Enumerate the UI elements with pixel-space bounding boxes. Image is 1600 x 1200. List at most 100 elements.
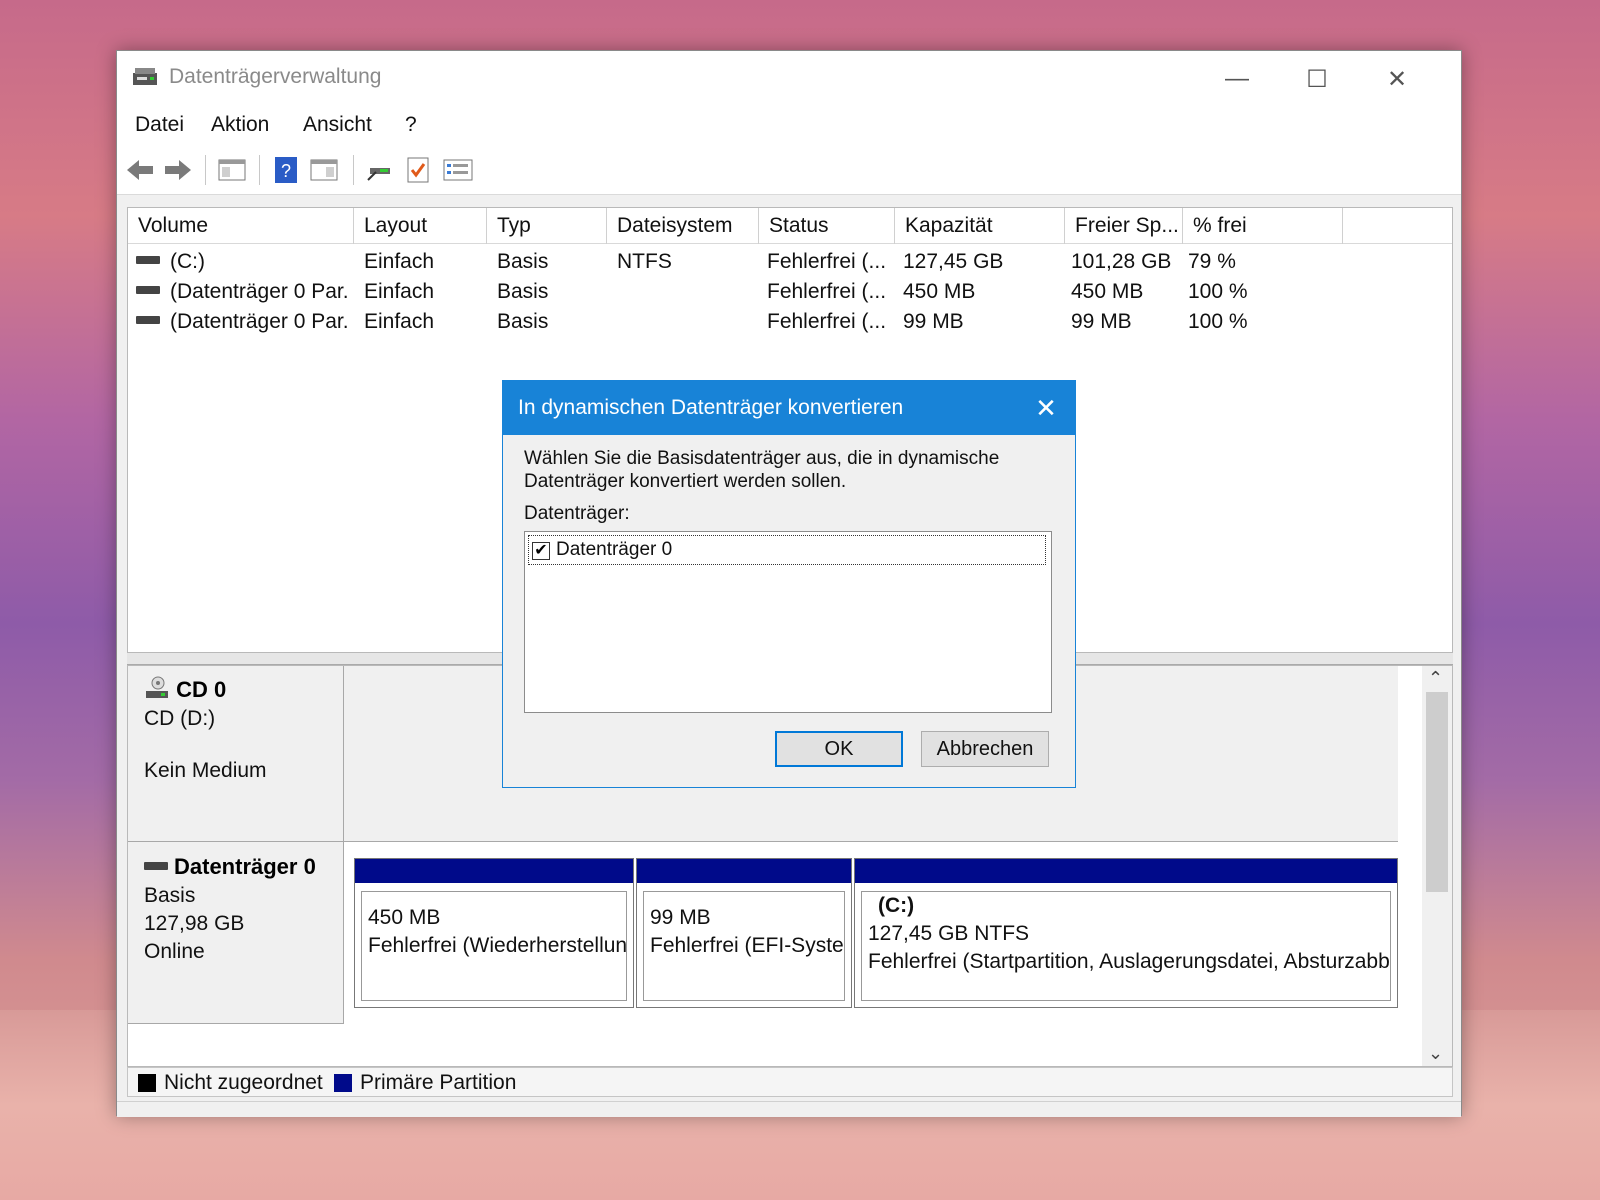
partition-size: 127,45 GB NTFS [868, 922, 1030, 945]
partition-header [637, 859, 851, 883]
partition-efi[interactable]: 99 MB Fehlerfrei (EFI-Syster [636, 858, 852, 1008]
col-status[interactable]: Status [759, 208, 895, 244]
dialog-close-icon[interactable]: ✕ [1025, 387, 1067, 429]
typ-cell: Basis [497, 310, 549, 333]
cd-drive-letter: CD (D:) [144, 707, 216, 730]
cd-drive-icon [146, 676, 168, 698]
kapazitaet-cell: 127,45 GB [903, 250, 1004, 273]
volume-cell: (Datenträger 0 Par... [136, 280, 350, 304]
partition-header [355, 859, 633, 883]
scroll-down-icon[interactable]: ⌄ [1428, 1043, 1443, 1064]
minimize-button[interactable]: — [1217, 59, 1257, 99]
console-tree-icon[interactable] [215, 154, 249, 186]
col-layout[interactable]: Layout [354, 208, 487, 244]
back-arrow-icon[interactable] [123, 154, 157, 186]
table-row[interactable]: (Datenträger 0 Par... Einfach Basis Fehl… [128, 306, 1452, 336]
partition-size: 450 MB [368, 906, 441, 929]
partition-body: 450 MB Fehlerfrei (Wiederherstellun [361, 891, 627, 1001]
status-cell: Fehlerfrei (... [767, 280, 887, 303]
dialog-title: In dynamischen Datenträger konvertieren [503, 381, 1075, 435]
table-row[interactable]: (Datenträger 0 Par... Einfach Basis Fehl… [128, 276, 1452, 306]
menu-help[interactable]: ? [405, 113, 417, 137]
dialog-message: Wählen Sie die Basisdatenträger aus, die… [524, 448, 1000, 492]
partition-c[interactable]: (C:) 127,45 GB NTFS Fehlerfrei (Startpar… [854, 858, 1398, 1008]
toolbar-separator [259, 155, 260, 185]
menu-aktion[interactable]: Aktion [211, 113, 269, 137]
partition-body: 99 MB Fehlerfrei (EFI-Syster [643, 891, 845, 1001]
menu-bar: Datei Aktion Ansicht ? [117, 107, 1461, 145]
partition-body: (C:) 127,45 GB NTFS Fehlerfrei (Startpar… [861, 891, 1391, 1001]
kapazitaet-cell: 450 MB [903, 280, 976, 303]
scrollbar-thumb[interactable] [1426, 692, 1448, 892]
layout-cell: Einfach [364, 250, 435, 273]
volume-table-header: Volume Layout Typ Dateisystem Status Kap… [128, 208, 1452, 244]
col-volume[interactable]: Volume [128, 208, 354, 244]
legend-primary: Primäre Partition [360, 1071, 517, 1094]
typ-cell: Basis [497, 250, 549, 273]
col-typ[interactable]: Typ [487, 208, 607, 244]
disk-icon [144, 862, 168, 871]
close-button[interactable]: ✕ [1377, 59, 1417, 99]
connect-icon[interactable] [363, 154, 397, 186]
disk0-label[interactable]: Datenträger 0 Basis 127,98 GB Online [128, 842, 344, 1024]
volume-disk-icon [136, 286, 160, 295]
layout-cell: Einfach [364, 310, 435, 333]
col-freier-speicher[interactable]: Freier Sp... [1065, 208, 1183, 244]
disk-management-icon [133, 68, 157, 85]
scroll-up-icon[interactable]: ⌃ [1428, 668, 1443, 689]
prozent-frei-cell: 79 % [1188, 250, 1236, 273]
checkbox-disk0[interactable]: ✔ [532, 542, 550, 560]
partition-recovery[interactable]: 450 MB Fehlerfrei (Wiederherstellun [354, 858, 634, 1008]
unallocated-swatch [138, 1074, 156, 1092]
prozent-frei-cell: 100 % [1188, 280, 1248, 303]
layout-cell: Einfach [364, 280, 435, 303]
toolbar: ? [117, 145, 1461, 195]
disk0-state: Online [144, 940, 205, 963]
forward-arrow-icon[interactable] [161, 154, 195, 186]
disk-list-label: Datenträger: [524, 503, 630, 524]
list-item[interactable]: ✔ Datenträger 0 [528, 535, 1046, 565]
check-icon[interactable] [401, 154, 435, 186]
cd-drive-label[interactable]: CD 0 CD (D:) Kein Medium [128, 666, 344, 842]
disk0-size: 127,98 GB [144, 912, 245, 935]
volume-cell: (C:) [136, 250, 350, 274]
window-title: Datenträgerverwaltung [169, 65, 382, 88]
legend-bar: Nicht zugeordnet Primäre Partition [127, 1067, 1453, 1097]
ok-button[interactable]: OK [775, 731, 903, 767]
legend-unallocated: Nicht zugeordnet [164, 1071, 323, 1094]
table-row[interactable]: (C:) Einfach Basis NTFS Fehlerfrei (... … [128, 246, 1452, 276]
convert-dynamic-dialog: In dynamischen Datenträger konvertieren … [502, 380, 1076, 788]
freier-speicher-cell: 101,28 GB [1071, 250, 1172, 273]
volume-disk-icon [136, 256, 160, 265]
partition-status: Fehlerfrei (Wiederherstellun [368, 934, 627, 957]
title-bar: Datenträgerverwaltung — ☐ ✕ [117, 51, 1461, 107]
toolbar-separator [205, 155, 206, 185]
volume-disk-icon [136, 316, 160, 325]
prozent-frei-cell: 100 % [1188, 310, 1248, 333]
cd-name: CD 0 [144, 676, 343, 703]
col-prozent-frei[interactable]: % frei [1183, 208, 1343, 244]
disk0-type: Basis [144, 884, 196, 907]
col-kapazitaet[interactable]: Kapazität [895, 208, 1065, 244]
properties-icon[interactable] [307, 154, 341, 186]
freier-speicher-cell: 99 MB [1071, 310, 1132, 333]
status-cell: Fehlerfrei (... [767, 250, 887, 273]
vertical-scrollbar[interactable]: ⌃ ⌄ [1422, 666, 1452, 1066]
status-cell: Fehlerfrei (... [767, 310, 887, 333]
status-bar [117, 1101, 1461, 1117]
partition-status: Fehlerfrei (EFI-Syster [650, 934, 845, 957]
disk0-name: Datenträger 0 [144, 854, 343, 880]
disk-checklist[interactable]: ✔ Datenträger 0 [524, 531, 1052, 713]
menu-datei[interactable]: Datei [135, 113, 184, 137]
help-icon[interactable]: ? [269, 154, 303, 186]
dateisystem-cell: NTFS [617, 250, 672, 273]
toolbar-separator [353, 155, 354, 185]
partition-title: (C:) [878, 894, 915, 917]
list-settings-icon[interactable] [441, 154, 475, 186]
col-dateisystem[interactable]: Dateisystem [607, 208, 759, 244]
list-item-label: Datenträger 0 [556, 539, 673, 560]
primary-partition-swatch [334, 1074, 352, 1092]
maximize-button[interactable]: ☐ [1297, 59, 1337, 99]
cancel-button[interactable]: Abbrechen [921, 731, 1049, 767]
menu-ansicht[interactable]: Ansicht [303, 113, 372, 137]
